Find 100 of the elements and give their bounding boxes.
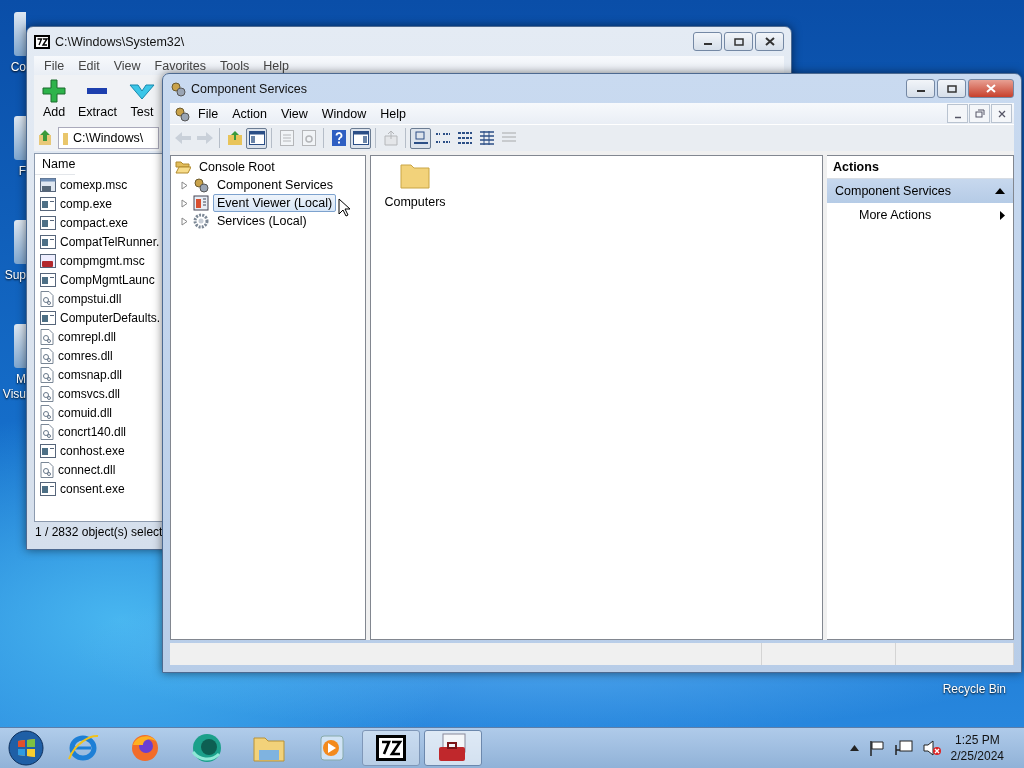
menu-item[interactable]: Window <box>315 106 373 121</box>
program-icon <box>40 272 56 287</box>
fox-globe-icon[interactable] <box>130 733 160 763</box>
dll-file-icon <box>40 366 54 383</box>
action-link[interactable]: More Actions <box>827 203 1013 227</box>
desktop-icon-label[interactable]: Recycle Bin <box>942 682 1006 696</box>
listing-row[interactable]: comuid.dll <box>35 403 113 422</box>
expand-arrow-icon[interactable] <box>181 216 189 226</box>
menu-item[interactable]: Action <box>226 106 273 121</box>
status-text: 1 / 2832 object(s) select <box>34 524 163 541</box>
dll-file-icon <box>40 423 54 440</box>
listing-row[interactable]: conhost.exe <box>35 441 125 460</box>
maximize-button[interactable] <box>937 79 966 98</box>
dll-file-icon <box>40 385 54 402</box>
back-arrow-icon <box>173 131 192 145</box>
play-icon[interactable] <box>317 734 345 762</box>
minus-icon <box>87 88 108 94</box>
minimize-button[interactable] <box>693 32 722 51</box>
menu-item[interactable]: File <box>38 58 71 73</box>
window-title: Component Services <box>191 81 309 96</box>
tree-item[interactable]: Console Root <box>195 158 279 176</box>
toolbar-button[interactable] <box>410 127 431 149</box>
menu-item[interactable]: View <box>274 106 314 121</box>
caret-icon[interactable] <box>849 745 859 751</box>
program-icon <box>40 215 56 230</box>
close-icon <box>764 37 775 46</box>
menu-item[interactable]: File <box>192 106 225 121</box>
menu-item[interactable]: Help <box>257 58 295 73</box>
start-button[interactable] <box>8 730 44 766</box>
export-icon <box>382 130 399 146</box>
minimize-button[interactable] <box>906 79 935 98</box>
program-icon <box>40 234 56 249</box>
tree-item[interactable]: Event Viewer (Local) <box>213 194 337 212</box>
listing-row[interactable]: connect.dll <box>35 460 116 479</box>
speaker-muted-icon[interactable] <box>922 740 941 756</box>
browser-e-icon[interactable] <box>67 733 99 763</box>
listing-row[interactable]: concrt140.dll <box>35 422 127 441</box>
listing-row[interactable]: comsvcs.dll <box>35 384 120 403</box>
properties-icon <box>279 130 294 146</box>
desktop-icon-label[interactable]: Co <box>10 60 26 75</box>
collapse-arrow-icon[interactable] <box>995 188 1005 194</box>
large-icons-icon <box>412 131 429 145</box>
toolbox-icon[interactable] <box>437 733 469 763</box>
desktop-icon-label[interactable]: Visu <box>2 387 26 402</box>
listing-row[interactable]: comp.exe <box>35 194 113 213</box>
listing-row[interactable]: comexp.msc <box>35 175 128 194</box>
listing-row[interactable]: comrepl.dll <box>35 327 117 346</box>
menu-item[interactable]: View <box>107 58 147 73</box>
expand-arrow-icon[interactable] <box>181 198 189 208</box>
close-button[interactable] <box>991 104 1012 123</box>
flag-icon[interactable] <box>868 740 885 756</box>
view-icon <box>500 131 517 145</box>
listing-row[interactable]: comsnap.dll <box>35 365 123 384</box>
toolbar-button[interactable] <box>246 127 267 149</box>
dll-file-icon <box>40 347 54 364</box>
close-button[interactable] <box>755 32 784 51</box>
maximize-icon <box>733 37 744 46</box>
desktop-icon-label[interactable]: Sup <box>4 268 26 283</box>
tree-item[interactable]: Services (Local) <box>213 212 311 230</box>
mouse-pointer-icon <box>338 198 350 217</box>
menu-item[interactable]: Tools <box>214 58 256 73</box>
forward-arrow-icon <box>195 131 214 145</box>
maximize-button[interactable] <box>724 32 753 51</box>
up-folder-icon[interactable] <box>36 129 54 147</box>
network-icon[interactable] <box>894 740 913 756</box>
toolbox-file-icon <box>40 253 56 268</box>
address-field[interactable]: C:\Windows\ <box>58 127 159 149</box>
column-header[interactable]: Name <box>35 154 76 175</box>
listing-row[interactable]: ComputerDefaults. <box>35 308 161 327</box>
menu-item[interactable]: Edit <box>72 58 106 73</box>
toolbar-button[interactable] <box>350 127 371 149</box>
toolbar-button[interactable]: Extract <box>74 79 121 125</box>
desktop-icon-label[interactable]: F <box>18 164 26 179</box>
menu-item[interactable]: Help <box>374 106 412 121</box>
toolbar-button[interactable]: Add <box>38 79 70 125</box>
listing-row[interactable]: comres.dll <box>35 346 113 365</box>
clock[interactable]: 1:25 PM 2/25/2024 <box>950 732 1004 764</box>
app-logo-icon[interactable] <box>376 735 406 761</box>
gears-icon <box>174 105 190 122</box>
action-section-header[interactable]: Component Services <box>827 179 1013 203</box>
plus-icon <box>42 79 66 103</box>
dll-file-icon <box>40 290 54 307</box>
tree-item[interactable]: Component Services <box>213 176 338 194</box>
expand-arrow-icon[interactable] <box>181 180 189 190</box>
minimize-icon <box>953 116 962 119</box>
listing-row[interactable]: compact.exe <box>35 213 129 232</box>
item-label[interactable]: Computers <box>384 195 446 209</box>
listing-row[interactable]: compmgmt.msc <box>35 251 145 270</box>
listing-row[interactable]: compstui.dll <box>35 289 122 308</box>
small-icons-icon <box>434 131 451 145</box>
listing-row[interactable]: CompatTelRunner. <box>35 232 160 251</box>
maximize-icon <box>946 84 957 93</box>
toolbar-button[interactable]: Test <box>124 79 159 125</box>
menu-item[interactable]: Favorites <box>148 58 212 73</box>
dll-file-icon <box>40 404 54 421</box>
listing-row[interactable]: consent.exe <box>35 479 125 498</box>
folder-icon <box>62 131 69 145</box>
section-label: Component Services <box>835 184 952 198</box>
desktop-icon-label[interactable]: M <box>16 372 26 387</box>
listing-row[interactable]: CompMgmtLaunc <box>35 270 155 289</box>
